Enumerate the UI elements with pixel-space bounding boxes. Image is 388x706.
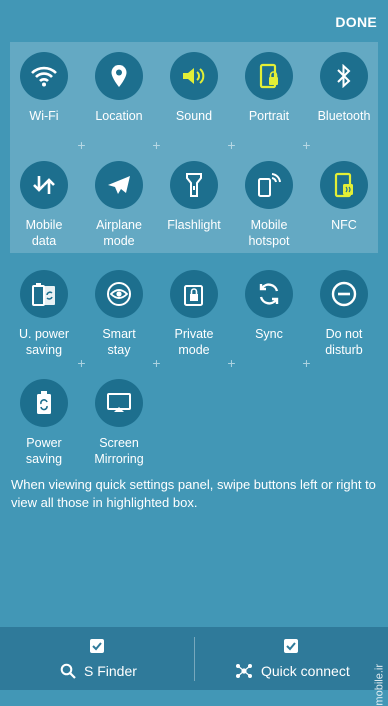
- private-mode-toggle-button[interactable]: [170, 270, 218, 318]
- airplane-icon: [106, 173, 132, 197]
- power-saving-2-label: Power saving: [25, 436, 63, 466]
- sound-toggle-button[interactable]: [170, 52, 218, 100]
- smart-stay-label: Smart stay: [102, 327, 136, 357]
- nfc-label: NFC: [331, 218, 357, 232]
- plus-icon: +: [227, 137, 236, 153]
- battery-icon: [35, 390, 53, 416]
- search-icon: [60, 663, 76, 682]
- s-finder-checkbox[interactable]: [90, 639, 104, 653]
- tile-do-not-disturb[interactable]: Do not disturb: [306, 270, 382, 358]
- tile-location[interactable]: Location: [81, 52, 157, 124]
- airplane-mode-toggle-button[interactable]: [95, 161, 143, 209]
- plus-icon: +: [152, 137, 161, 153]
- screen-mirroring-toggle-button[interactable]: [95, 379, 143, 427]
- mobile-data-toggle-button[interactable]: [20, 161, 68, 209]
- mobile-hotspot-toggle-button[interactable]: [245, 161, 293, 209]
- quick-connect-label: Quick connect: [261, 663, 350, 679]
- private-lock-icon: [182, 281, 206, 307]
- plus-icon: +: [302, 137, 311, 153]
- plus-icon: +: [77, 137, 86, 153]
- sync-icon: [257, 282, 281, 306]
- location-label: Location: [95, 109, 143, 123]
- screen-mirroring-label: Screen Mirroring: [94, 436, 144, 466]
- tile-wifi[interactable]: Wi-Fi: [6, 52, 82, 124]
- bluetooth-label: Bluetooth: [317, 109, 371, 123]
- private-mode-label: Private mode: [174, 327, 214, 357]
- quick-connect-toggle[interactable]: Quick connect: [195, 627, 388, 690]
- tile-private-mode[interactable]: Private mode: [156, 270, 232, 358]
- minus-circle-icon: [331, 281, 357, 307]
- location-toggle-button[interactable]: [95, 52, 143, 100]
- tile-bluetooth[interactable]: Bluetooth: [306, 52, 382, 124]
- tile-smart-stay[interactable]: Smart stay: [81, 270, 157, 358]
- s-finder-toggle[interactable]: S Finder: [0, 627, 194, 690]
- sync-label: Sync: [255, 327, 283, 341]
- mobile-hotspot-label: Mobile hotspot: [248, 218, 290, 248]
- sound-label: Sound: [175, 109, 213, 123]
- watermark: mobile.ir: [374, 664, 386, 706]
- portrait-toggle-button[interactable]: [245, 52, 293, 100]
- portrait-label: Portrait: [248, 109, 290, 123]
- mobile-data-label: Mobile data: [25, 218, 63, 248]
- airplane-mode-label: Airplane mode: [96, 218, 142, 248]
- plus-icon: +: [227, 355, 236, 371]
- eye-icon: [106, 281, 132, 307]
- bluetooth-icon: [336, 64, 352, 88]
- plus-icon: +: [77, 355, 86, 371]
- quick-connect-checkbox[interactable]: [284, 639, 298, 653]
- flashlight-toggle-button[interactable]: [170, 161, 218, 209]
- power-saving-label: U. power saving: [18, 327, 70, 357]
- tile-sound[interactable]: Sound: [156, 52, 232, 124]
- plus-icon: +: [302, 355, 311, 371]
- battery-recycle-icon: [31, 281, 57, 307]
- tile-flashlight[interactable]: Flashlight: [156, 161, 232, 233]
- sync-toggle-button[interactable]: [245, 270, 293, 318]
- tile-power-saving[interactable]: U. power saving: [6, 270, 82, 358]
- flashlight-icon: [185, 172, 203, 198]
- nfc-toggle-button[interactable]: [320, 161, 368, 209]
- s-finder-label: S Finder: [84, 663, 137, 679]
- smart-stay-toggle-button[interactable]: [95, 270, 143, 318]
- bluetooth-toggle-button[interactable]: [320, 52, 368, 100]
- power-saving-toggle-button[interactable]: [20, 270, 68, 318]
- rotation-lock-icon: [258, 63, 280, 89]
- instructions-text: When viewing quick settings panel, swipe…: [11, 477, 376, 510]
- speaker-icon: [181, 65, 207, 87]
- do-not-disturb-label: Do not disturb: [325, 327, 363, 357]
- tile-portrait[interactable]: Portrait: [231, 52, 307, 124]
- wifi-label: Wi-Fi: [29, 109, 59, 123]
- done-button[interactable]: DONE: [335, 14, 377, 30]
- wifi-toggle-button[interactable]: [20, 52, 68, 100]
- quick-connect-icon: [235, 663, 253, 682]
- data-arrows-icon: [32, 174, 56, 196]
- tile-mobile-data[interactable]: Mobile data: [6, 161, 82, 249]
- tile-power-saving-2[interactable]: Power saving: [6, 379, 82, 467]
- wifi-icon: [31, 65, 57, 87]
- hotspot-icon: [257, 172, 281, 198]
- tile-airplane-mode[interactable]: Airplane mode: [81, 161, 157, 249]
- cast-icon: [105, 391, 133, 415]
- location-pin-icon: [110, 64, 128, 88]
- tile-screen-mirroring[interactable]: Screen Mirroring: [81, 379, 157, 467]
- nfc-icon: [333, 172, 355, 198]
- do-not-disturb-toggle-button[interactable]: [320, 270, 368, 318]
- flashlight-label: Flashlight: [167, 218, 221, 232]
- plus-icon: +: [152, 355, 161, 371]
- tile-sync[interactable]: Sync: [231, 270, 307, 342]
- bottom-bar: S Finder Quick connect: [0, 627, 388, 690]
- power-saving-2-toggle-button[interactable]: [20, 379, 68, 427]
- tile-nfc[interactable]: NFC: [306, 161, 382, 233]
- tile-mobile-hotspot[interactable]: Mobile hotspot: [231, 161, 307, 249]
